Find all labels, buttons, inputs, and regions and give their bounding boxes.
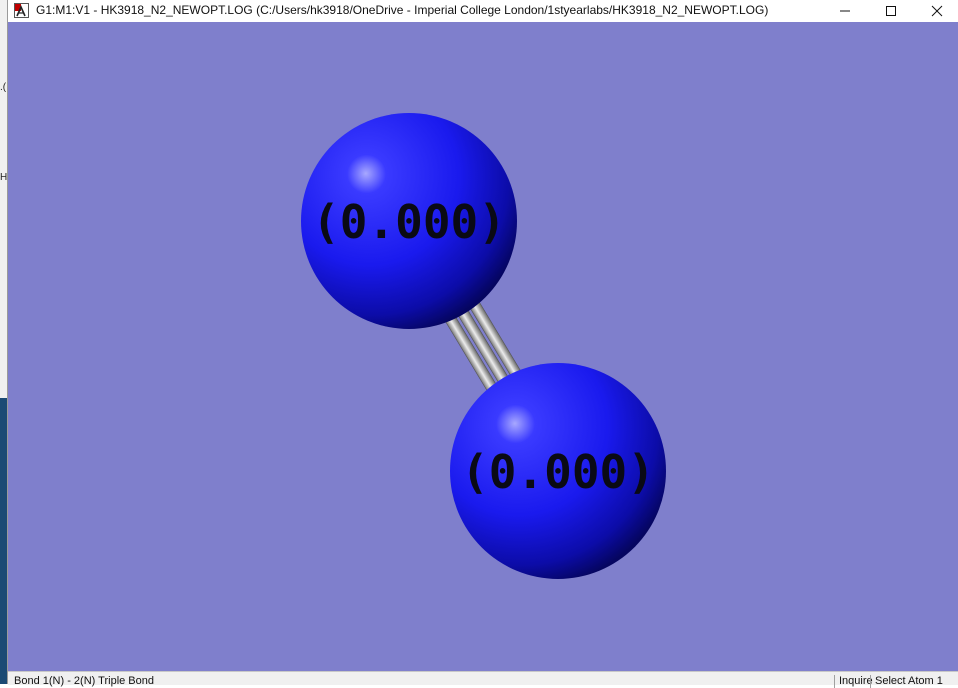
close-button[interactable] — [914, 0, 958, 22]
minimize-button[interactable] — [822, 0, 868, 22]
atom-1-charge-label: (0.000) — [312, 195, 506, 249]
molecule-viewport[interactable]: (0.000) (0.000) — [8, 22, 958, 671]
status-hint: Select Atom 1 — [870, 675, 947, 688]
maximize-icon — [886, 6, 896, 16]
status-bond-info: Bond 1(N) - 2(N) Triple Bond — [14, 675, 154, 687]
desktop-background — [0, 398, 7, 684]
background-window-text: .( — [0, 82, 7, 93]
background-window-edge: .( H — [0, 0, 8, 684]
gaussview-window: G1:M1:V1 - HK3918_N2_NEWOPT.LOG (C:/User… — [8, 0, 958, 688]
minimize-icon — [840, 10, 850, 12]
atom-2-charge-label: (0.000) — [461, 445, 655, 499]
atom-2[interactable]: (0.000) — [450, 363, 666, 579]
title-bar[interactable]: G1:M1:V1 - HK3918_N2_NEWOPT.LOG (C:/User… — [8, 0, 958, 22]
maximize-button[interactable] — [868, 0, 914, 22]
status-bar: Bond 1(N) - 2(N) Triple Bond Inquire Sel… — [8, 671, 958, 688]
close-icon — [931, 5, 943, 17]
gaussview-app-icon[interactable] — [14, 3, 29, 18]
background-window-text: H — [0, 172, 8, 183]
atom-1[interactable]: (0.000) — [301, 113, 517, 329]
window-title: G1:M1:V1 - HK3918_N2_NEWOPT.LOG (C:/User… — [36, 3, 769, 17]
molecule-canvas[interactable]: (0.000) (0.000) — [8, 22, 958, 671]
